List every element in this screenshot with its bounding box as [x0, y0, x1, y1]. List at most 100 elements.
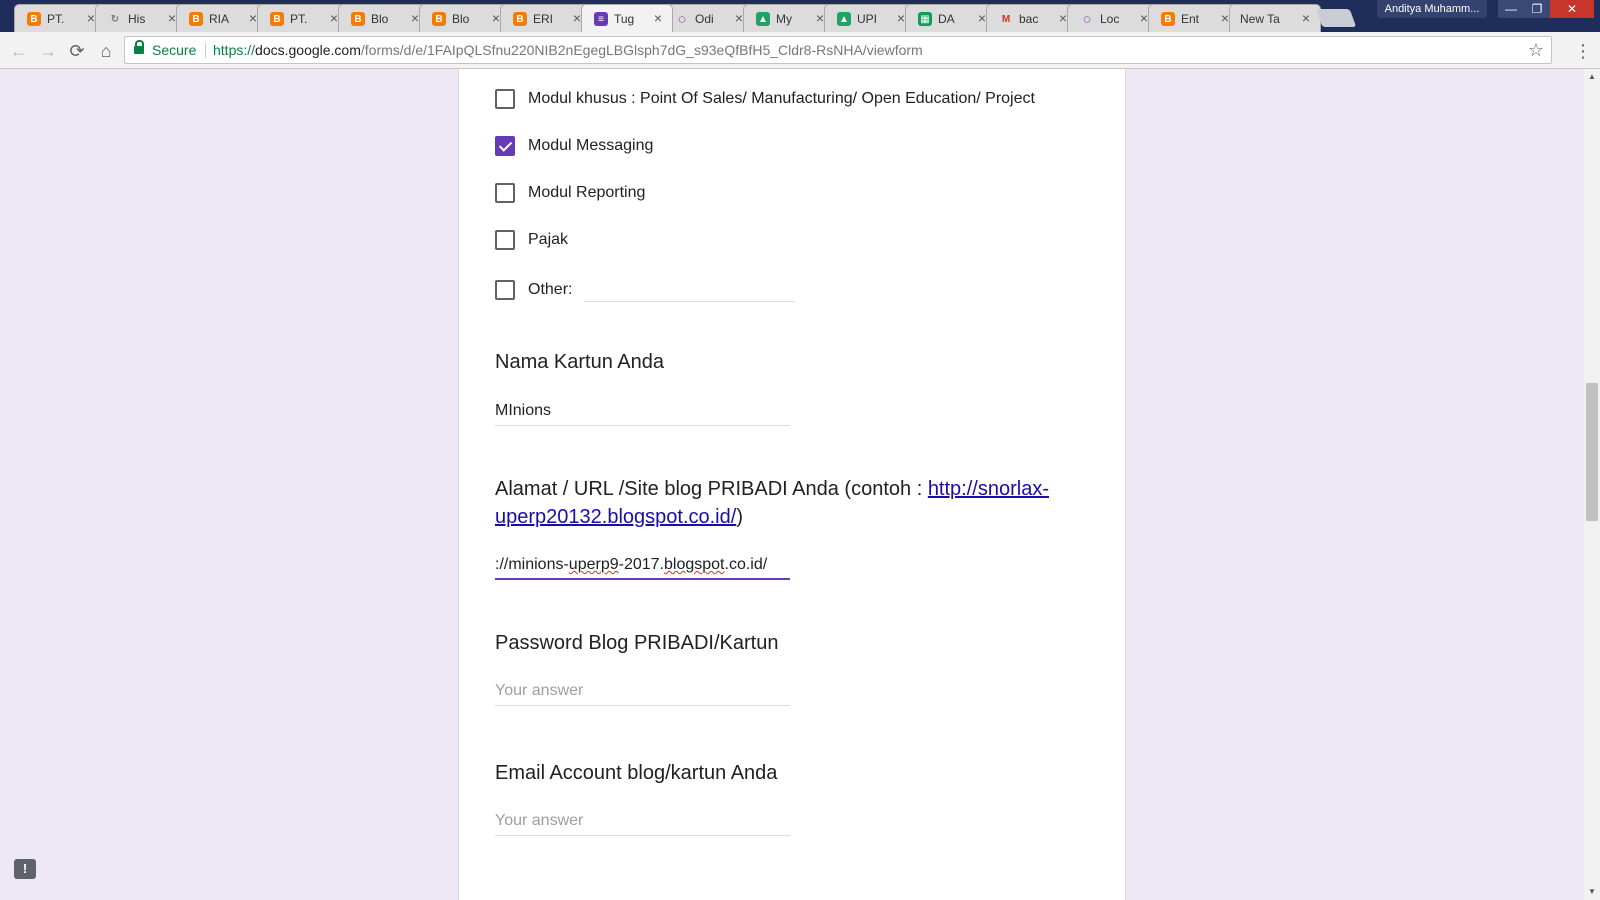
profile-button[interactable]: Anditya Muhamm... [1377, 0, 1487, 18]
other-input[interactable] [584, 278, 795, 302]
scrollbar-thumb[interactable] [1586, 383, 1598, 521]
option-label: Pajak [528, 231, 569, 248]
checkbox-checked[interactable] [495, 136, 515, 156]
tab-label: Odi [695, 12, 714, 26]
url-host: docs.google.com [255, 42, 361, 58]
reload-icon[interactable]: ⟳ [66, 40, 88, 62]
option-label: Modul Messaging [528, 137, 654, 154]
browser-tab[interactable]: ○ Odi × [662, 4, 754, 32]
tab-close-icon[interactable]: × [168, 10, 176, 26]
home-icon[interactable]: ⌂ [95, 40, 117, 62]
url-text[interactable]: https://docs.google.com/forms/d/e/1FAIpQ… [213, 37, 923, 63]
tab-label: DA [938, 12, 955, 26]
browser-menu-icon[interactable]: ⋮ [1574, 40, 1592, 62]
blogger-icon: B [351, 12, 365, 26]
browser-tab[interactable]: B RIA × [176, 4, 268, 32]
tab-label: PT. [290, 12, 308, 26]
browser-tab[interactable]: B Ent × [1148, 4, 1240, 32]
url-value-part: uperp9 [568, 556, 619, 573]
tab-close-icon[interactable]: × [492, 10, 500, 26]
blogger-icon: B [513, 12, 527, 26]
tab-close-icon[interactable]: × [816, 10, 824, 26]
url-path: /forms/d/e/1FAIpQLSfnu220NIB2nEgegLBGlsp… [360, 42, 923, 58]
scrollbar[interactable]: ▲ ▼ [1584, 69, 1600, 900]
blogger-icon: B [27, 12, 41, 26]
tab-label: PT. [47, 12, 65, 26]
close-window-icon[interactable]: ✕ [1550, 0, 1594, 18]
checkbox[interactable] [495, 89, 515, 109]
checkbox[interactable] [495, 183, 515, 203]
option-modul-reporting[interactable]: Modul Reporting [495, 181, 645, 205]
browser-tab[interactable]: ○ Loc × [1067, 4, 1159, 32]
browser-tab[interactable]: ▦ DA × [905, 4, 997, 32]
tab-close-icon[interactable]: × [654, 10, 662, 26]
browser-tab[interactable]: New Ta × [1229, 4, 1321, 32]
checkbox[interactable] [495, 230, 515, 250]
browser-tab[interactable]: ↻ His × [95, 4, 187, 32]
gmail-icon: M [1001, 13, 1011, 25]
tab-strip: B PT. × ↻ His × B RIA × B PT. × B Blo × B Blo × B ERI × ≡ Tug ×… [0, 0, 1600, 32]
forms-icon: ≡ [594, 12, 608, 26]
option-other[interactable]: Other: [495, 278, 795, 302]
bookmark-star-icon[interactable]: ☆ [1528, 37, 1544, 63]
tab-label: Ent [1181, 12, 1200, 26]
nama-kartun-input[interactable]: MInions [495, 398, 790, 426]
browser-toolbar: ← → ⟳ ⌂ Secure https://docs.google.com/f… [0, 32, 1600, 69]
tab-close-icon[interactable]: × [978, 10, 986, 26]
tab-close-icon[interactable]: × [1059, 10, 1067, 26]
form-card: Modul khusus : Point Of Sales/ Manufactu… [458, 69, 1126, 900]
alamat-url-input[interactable]: ://minions-uperp9-2017.blogspot.co.id/ [495, 552, 790, 580]
option-modul-messaging[interactable]: Modul Messaging [495, 134, 653, 158]
tab-close-icon[interactable]: × [411, 10, 419, 26]
omnibox-divider [205, 43, 206, 58]
tab-close-icon[interactable]: × [897, 10, 905, 26]
maximize-icon[interactable]: ❐ [1524, 0, 1550, 18]
feedback-icon[interactable]: ! [14, 859, 36, 879]
browser-tab[interactable]: B PT. × [14, 4, 106, 32]
browser-tab[interactable]: Mbac × [986, 4, 1078, 32]
tab-close-icon[interactable]: × [87, 10, 95, 26]
tab-label: His [128, 12, 146, 26]
url-value-part: -2017. [618, 556, 664, 573]
browser-tab[interactable]: ▲ My × [743, 4, 835, 32]
new-tab-button[interactable] [1315, 9, 1357, 27]
browser-tab[interactable]: B ERI × [500, 4, 592, 32]
url-value-part: blogspot [664, 556, 725, 573]
drive-icon: ▲ [756, 12, 770, 26]
email-input[interactable]: Your answer [495, 808, 790, 836]
tab-close-icon[interactable]: × [1221, 10, 1229, 26]
tab-label: bac [1019, 12, 1039, 26]
browser-tab[interactable]: ≡ Tug × [581, 4, 673, 32]
scroll-up-icon[interactable]: ▲ [1584, 69, 1600, 85]
history-icon: ↻ [110, 13, 120, 25]
tab-close-icon[interactable]: × [249, 10, 257, 26]
tab-close-icon[interactable]: × [1140, 10, 1148, 26]
tab-close-icon[interactable]: × [573, 10, 581, 26]
tab-label: UPI [857, 12, 878, 26]
minimize-icon[interactable]: — [1498, 0, 1524, 18]
tab-close-icon[interactable]: × [1302, 10, 1310, 26]
tab-label: Tug [614, 12, 635, 26]
url-scheme: https:// [213, 42, 256, 58]
question-alamat-url: Alamat / URL /Site blog PRIBADI Anda (co… [495, 475, 1095, 531]
browser-tab[interactable]: B Blo × [419, 4, 511, 32]
other-label: Other: [528, 281, 573, 298]
option-modul-khusus[interactable]: Modul khusus : Point Of Sales/ Manufactu… [495, 87, 1035, 111]
password-input[interactable]: Your answer [495, 678, 790, 706]
secure-label: Secure [152, 42, 197, 58]
tab-label: RIA [209, 12, 230, 26]
blogger-icon: B [1161, 12, 1175, 26]
browser-tab[interactable]: ▲ UPI × [824, 4, 916, 32]
option-label: Modul Reporting [528, 184, 646, 201]
lock-icon [134, 40, 144, 55]
tab-close-icon[interactable]: × [330, 10, 338, 26]
checkbox[interactable] [495, 280, 515, 300]
scroll-down-icon[interactable]: ▼ [1584, 884, 1600, 900]
back-arrow-icon[interactable]: ← [8, 40, 30, 62]
browser-tab[interactable]: B Blo × [338, 4, 430, 32]
browser-tab[interactable]: B PT. × [257, 4, 349, 32]
option-pajak[interactable]: Pajak [495, 228, 568, 252]
tab-close-icon[interactable]: × [735, 10, 743, 26]
forward-arrow-icon[interactable]: → [37, 40, 59, 62]
address-bar[interactable]: Secure https://docs.google.com/forms/d/e… [124, 36, 1552, 64]
